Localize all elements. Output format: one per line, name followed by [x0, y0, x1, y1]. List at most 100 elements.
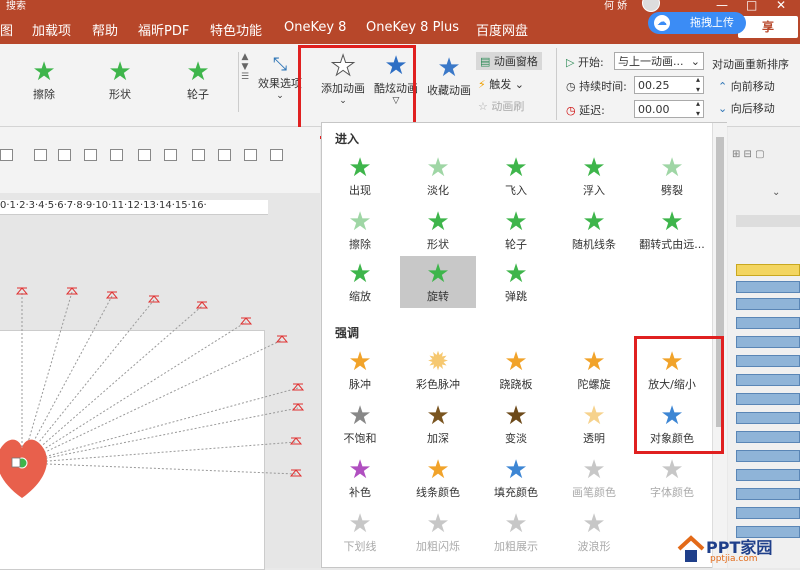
spinner-icon[interactable]: ▴ ▾ [696, 75, 700, 95]
tool-icon[interactable] [270, 149, 283, 161]
anim-fly-in[interactable]: ★ 飞入 [478, 150, 554, 202]
start-select[interactable]: 与上一动画... ⌄ [614, 52, 704, 70]
user-name[interactable]: 何 娇 [604, 0, 627, 12]
spinner-icon[interactable]: ▴ ▾ [696, 99, 700, 119]
star-icon: ★ [348, 455, 372, 485]
tool-icon[interactable] [34, 149, 47, 161]
tool-icon[interactable] [218, 149, 231, 161]
gallery-scroll[interactable]: ▲ ▼ ☰ [238, 52, 251, 112]
avatar[interactable] [642, 0, 660, 12]
tool-icon[interactable] [164, 149, 177, 161]
animation-bar[interactable] [736, 281, 800, 293]
tool-icon[interactable] [138, 149, 151, 161]
star-icon: ★ [348, 207, 372, 237]
animation-painter-button[interactable]: ☆ 动画刷 [478, 98, 524, 114]
minimize-button[interactable]: — [716, 0, 728, 12]
anim-darken[interactable]: ★ 加深 [400, 398, 476, 450]
title-search[interactable]: 搜索 [6, 0, 26, 12]
trigger-button[interactable]: ⚡ 触发 ⌄ [478, 76, 524, 92]
anim-label: 补色 [349, 486, 371, 499]
anim-float-in[interactable]: ★ 浮入 [556, 150, 632, 202]
duration-label: 持续时间: [579, 80, 627, 93]
anim-lighten[interactable]: ★ 变淡 [478, 398, 554, 450]
tab-0[interactable]: 图 [0, 20, 13, 39]
anim-grow-turn[interactable]: ★ 翻转式由远... [634, 204, 710, 256]
tab-addins[interactable]: 加载项 [32, 20, 71, 39]
move-later-button[interactable]: ⌄ 向后移动 [718, 100, 775, 116]
animation-painter-label: 动画刷 [491, 100, 525, 113]
tool-icon[interactable] [244, 149, 257, 161]
animation-bar[interactable] [736, 393, 800, 405]
house-icon [677, 535, 705, 562]
delay-clock-icon: ◷ [566, 104, 580, 117]
tool-icon[interactable] [110, 149, 123, 161]
tab-onekey8-plus[interactable]: OneKey 8 Plus [366, 20, 459, 35]
tool-icon[interactable] [58, 149, 71, 161]
animation-pane-button[interactable]: ▤ 动画窗格 [476, 52, 542, 70]
tab-onekey8[interactable]: OneKey 8 [284, 20, 346, 35]
animation-bar[interactable] [736, 469, 800, 481]
anim-fill-color[interactable]: ★ 填充颜色 [478, 452, 554, 504]
anim-transparency[interactable]: ★ 透明 [556, 398, 632, 450]
anim-label: 形状 [427, 238, 449, 251]
star-icon: ★ [348, 153, 372, 183]
motion-path-drawing[interactable] [0, 280, 320, 540]
gallery-shape[interactable]: ★ 形状 [98, 58, 142, 102]
anim-random-bars[interactable]: ★ 随机线条 [556, 204, 632, 256]
chevron-down-icon[interactable]: ⌄ [772, 187, 780, 198]
anim-fade[interactable]: ★ 淡化 [400, 150, 476, 202]
anim-spin-emphasis[interactable]: ★ 陀螺旋 [556, 344, 632, 396]
animation-bar[interactable] [736, 355, 800, 367]
tab-foxit-pdf[interactable]: 福昕PDF [138, 20, 189, 39]
tool-icon[interactable] [0, 149, 13, 161]
title-bar: 搜索 何 娇 — □ ✕ [0, 0, 800, 12]
tool-icon[interactable] [84, 149, 97, 161]
anim-wipe[interactable]: ★ 擦除 [322, 204, 398, 256]
start-value: 与上一动画... [618, 55, 684, 68]
baidu-upload-button[interactable]: ☁ 拖拽上传 [648, 12, 746, 34]
anim-label: 跷跷板 [499, 378, 533, 391]
move-earlier-button[interactable]: ⌃ 向前移动 [718, 78, 775, 94]
anim-bounce[interactable]: ★ 弹跳 [478, 256, 554, 308]
anim-label: 翻转式由远... [639, 238, 705, 251]
animation-bar[interactable] [736, 431, 800, 443]
anim-appear[interactable]: ★ 出现 [322, 150, 398, 202]
anim-teeter[interactable]: ★ 跷跷板 [478, 344, 554, 396]
star-icon: ★ [660, 207, 684, 237]
animation-bar-active[interactable] [736, 264, 800, 276]
gallery-wheel[interactable]: ★ 轮子 [176, 58, 220, 102]
star-icon: ★ [426, 259, 450, 289]
tab-help[interactable]: 帮助 [92, 20, 118, 39]
animation-bar[interactable] [736, 450, 800, 462]
anim-zoom[interactable]: ★ 缩放 [322, 256, 398, 308]
gallery-wipe[interactable]: ★ 擦除 [22, 58, 66, 102]
collect-animation-button[interactable]: ★ 收藏动画 [424, 54, 474, 98]
anim-line-color[interactable]: ★ 线条颜色 [400, 452, 476, 504]
duration-input[interactable]: 00.25 ▴ ▾ [634, 75, 704, 95]
tool-icon[interactable] [192, 149, 205, 161]
anim-shape[interactable]: ★ 形状 [400, 204, 476, 256]
animation-bar[interactable] [736, 317, 800, 329]
anim-desaturate[interactable]: ★ 不饱和 [322, 398, 398, 450]
anim-split[interactable]: ★ 劈裂 [634, 150, 710, 202]
anim-color-pulse[interactable]: ✹ 彩色脉冲 [400, 344, 476, 396]
anim-pulse[interactable]: ★ 脉冲 [322, 344, 398, 396]
heart-shape[interactable] [0, 439, 47, 498]
animation-bar[interactable] [736, 412, 800, 424]
animation-bar[interactable] [736, 298, 800, 310]
animation-bar[interactable] [736, 336, 800, 348]
animation-bar[interactable] [736, 374, 800, 386]
maximize-button[interactable]: □ [746, 0, 757, 12]
tab-features[interactable]: 特色功能 [210, 20, 262, 39]
anim-label: 加粗闪烁 [416, 540, 460, 553]
animation-bar[interactable] [736, 488, 800, 500]
close-button[interactable]: ✕ [776, 0, 786, 12]
anim-spin[interactable]: ★ 旋转 [400, 256, 476, 308]
star-icon: ★ [660, 153, 684, 183]
anim-wheel[interactable]: ★ 轮子 [478, 204, 554, 256]
anim-complementary-color[interactable]: ★ 补色 [322, 452, 398, 504]
share-button[interactable]: 享 [738, 16, 798, 38]
animation-bar[interactable] [736, 507, 800, 519]
delay-input[interactable]: 00.00 ▴ ▾ [634, 99, 704, 119]
tab-baidu-netdisk[interactable]: 百度网盘 [476, 20, 528, 39]
